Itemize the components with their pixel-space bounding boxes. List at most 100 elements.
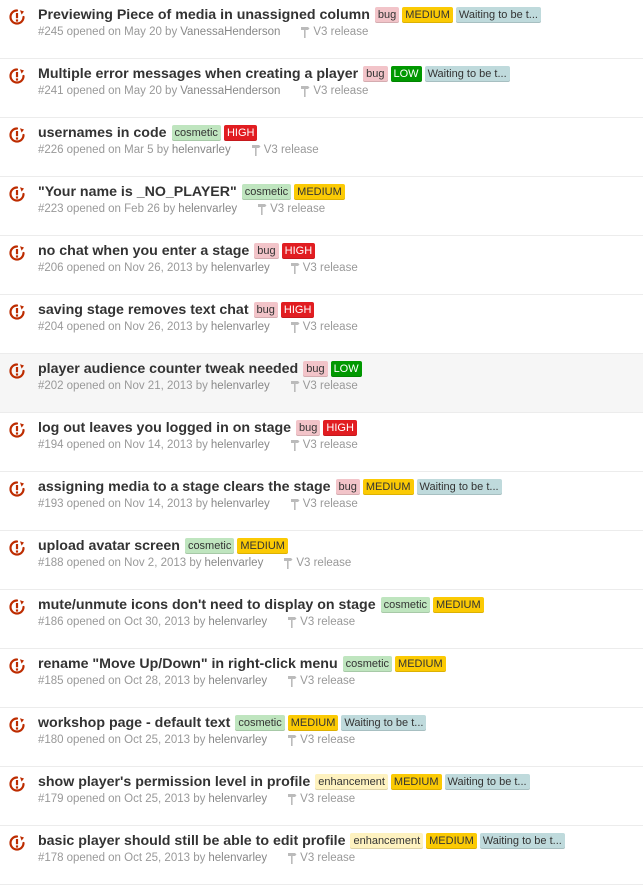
label-waiting[interactable]: Waiting to be t... (455, 7, 541, 23)
issue-row[interactable]: player audience counter tweak needed bug L… (0, 354, 643, 413)
label-low[interactable]: LOW (390, 66, 422, 82)
milestone-link[interactable]: V3 release (251, 144, 319, 156)
label-enhancement[interactable]: enhancement (315, 774, 388, 790)
milestone-link[interactable]: V3 release (287, 852, 355, 864)
issue-author-link[interactable]: helenvarley (205, 557, 264, 569)
milestone-link[interactable]: V3 release (287, 734, 355, 746)
issue-row[interactable]: upload avatar screen cosmetic MEDIUM #188 op… (0, 531, 643, 590)
label-waiting[interactable]: Waiting to be t... (416, 479, 502, 495)
milestone-link[interactable]: V3 release (290, 321, 358, 333)
label-medium[interactable]: MEDIUM (433, 597, 484, 613)
label-bug[interactable]: bug (374, 7, 400, 23)
milestone-link[interactable]: V3 release (257, 203, 325, 215)
issue-opened-text: opened on May 20 by (66, 26, 178, 38)
label-high[interactable]: HIGH (280, 302, 315, 318)
milestone-icon (288, 853, 297, 864)
issue-row[interactable]: rename "Move Up/Down" in right-click men… (0, 649, 643, 708)
label-cosmetic[interactable]: cosmetic (171, 125, 221, 141)
milestone-link[interactable]: V3 release (287, 675, 355, 687)
issue-author-link[interactable]: helenvarley (208, 616, 267, 628)
label-cosmetic[interactable]: cosmetic (342, 656, 393, 672)
label-waiting[interactable]: Waiting to be t... (424, 66, 510, 82)
issue-row[interactable]: saving stage removes text chat bug HIGH #20… (0, 295, 643, 354)
milestone-link[interactable]: V3 release (283, 557, 351, 569)
label-medium[interactable]: MEDIUM (287, 715, 339, 731)
issue-title-link[interactable]: rename "Move Up/Down" in right-click men… (38, 656, 338, 672)
issue-author-link[interactable]: VanessaHenderson (180, 85, 280, 97)
label-cosmetic[interactable]: cosmetic (184, 538, 235, 554)
label-bug[interactable]: bug (363, 66, 388, 82)
label-high[interactable]: HIGH (223, 125, 258, 141)
issue-title-link[interactable]: assigning media to a stage clears the st… (38, 479, 331, 495)
milestone-label: V3 release (300, 675, 356, 687)
issue-author-link[interactable]: helenvarley (211, 321, 270, 333)
milestone-link[interactable]: V3 release (287, 793, 355, 805)
issue-row[interactable]: assigning media to a stage clears the st… (0, 472, 643, 531)
milestone-link[interactable]: V3 release (290, 498, 358, 510)
issue-title-link[interactable]: Multiple error messages when creating a … (38, 66, 358, 82)
milestone-link[interactable]: V3 release (290, 380, 358, 392)
label-medium[interactable]: MEDIUM (237, 538, 288, 554)
label-medium[interactable]: MEDIUM (390, 774, 442, 790)
issue-author-link[interactable]: VanessaHenderson (180, 26, 280, 38)
milestone-link[interactable]: V3 release (287, 616, 355, 628)
issue-row[interactable]: Previewing Piece of media in unassigned … (0, 0, 643, 59)
label-high[interactable]: HIGH (323, 420, 357, 436)
label-medium[interactable]: MEDIUM (395, 656, 446, 672)
milestone-link[interactable]: V3 release (300, 85, 368, 97)
issue-author-link[interactable]: helenvarley (208, 734, 267, 746)
issue-title-link[interactable]: log out leaves you logged in on stage (38, 420, 291, 436)
label-waiting[interactable]: Waiting to be t... (479, 833, 565, 849)
milestone-link[interactable]: V3 release (300, 26, 368, 38)
label-medium[interactable]: MEDIUM (362, 479, 414, 495)
milestone-link[interactable]: V3 release (290, 262, 358, 274)
issue-row[interactable]: show player's permission level in profil… (0, 767, 643, 826)
label-medium[interactable]: MEDIUM (402, 7, 453, 23)
label-cosmetic[interactable]: cosmetic (241, 184, 292, 200)
issue-row[interactable]: "Your name is _NO_PLAYER" cosmetic MEDIUM #… (0, 177, 643, 236)
issue-author-link[interactable]: helenvarley (211, 262, 270, 274)
issue-title-link[interactable]: workshop page - default text (38, 715, 230, 731)
issue-author-link[interactable]: helenvarley (208, 793, 267, 805)
issue-row[interactable]: mute/unmute icons don't need to display … (0, 590, 643, 649)
issue-title-link[interactable]: no chat when you enter a stage (38, 243, 249, 259)
issue-opened-text: opened on Oct 30, 2013 by (66, 616, 206, 628)
label-bug[interactable]: bug (253, 302, 278, 318)
issue-title-link[interactable]: basic player should still be able to edi… (38, 833, 345, 849)
milestone-link[interactable]: V3 release (290, 439, 358, 451)
issue-title-link[interactable]: "Your name is _NO_PLAYER" (38, 184, 237, 200)
label-waiting[interactable]: Waiting to be t... (341, 715, 427, 731)
issue-row[interactable]: basic player should still be able to edi… (0, 826, 643, 885)
label-bug[interactable]: bug (303, 361, 328, 377)
issue-title-link[interactable]: Previewing Piece of media in unassigned … (38, 7, 370, 23)
label-medium[interactable]: MEDIUM (426, 833, 477, 849)
issue-author-link[interactable]: helenvarley (208, 852, 267, 864)
issue-row[interactable]: workshop page - default text cosmetic MEDI… (0, 708, 643, 767)
label-cosmetic[interactable]: cosmetic (380, 597, 431, 613)
label-high[interactable]: HIGH (281, 243, 316, 259)
issue-author-link[interactable]: helenvarley (211, 498, 270, 510)
issue-title-link[interactable]: upload avatar screen (38, 538, 180, 554)
label-bug[interactable]: bug (335, 479, 360, 495)
issue-author-link[interactable]: helenvarley (178, 203, 237, 215)
label-bug[interactable]: bug (254, 243, 279, 259)
issue-title-link[interactable]: usernames in code (38, 125, 167, 141)
label-enhancement[interactable]: enhancement (350, 833, 424, 849)
issue-author-link[interactable]: helenvarley (208, 675, 267, 687)
issue-author-link[interactable]: helenvarley (211, 439, 270, 451)
label-bug[interactable]: bug (296, 420, 321, 436)
issue-row[interactable]: usernames in code cosmetic HIGH #226 opened … (0, 118, 643, 177)
issue-row[interactable]: Multiple error messages when creating a … (0, 59, 643, 118)
label-waiting[interactable]: Waiting to be t... (444, 774, 530, 790)
issue-title-link[interactable]: saving stage removes text chat (38, 302, 249, 318)
label-medium[interactable]: MEDIUM (294, 184, 345, 200)
label-low[interactable]: LOW (330, 361, 362, 377)
issue-author-link[interactable]: helenvarley (211, 380, 270, 392)
issue-title-link[interactable]: player audience counter tweak needed (38, 361, 298, 377)
issue-title-link[interactable]: mute/unmute icons don't need to display … (38, 597, 376, 613)
issue-author-link[interactable]: helenvarley (172, 144, 231, 156)
issue-row[interactable]: no chat when you enter a stage bug HIGH #20… (0, 236, 643, 295)
label-cosmetic[interactable]: cosmetic (235, 715, 285, 731)
issue-title-link[interactable]: show player's permission level in profil… (38, 774, 310, 790)
issue-row[interactable]: log out leaves you logged in on stage bug… (0, 413, 643, 472)
